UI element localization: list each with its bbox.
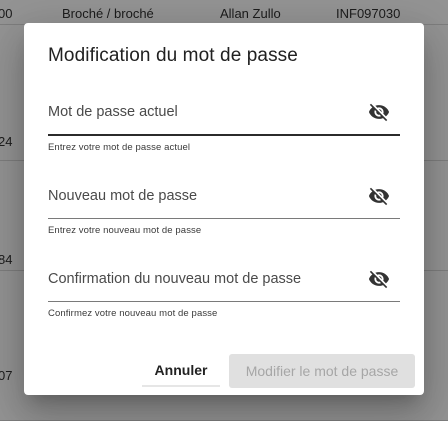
- dialog-title: Modification du mot de passe: [48, 45, 298, 66]
- new-password-input-wrapper[interactable]: Nouveau mot de passe: [48, 173, 400, 220]
- current-password-hint: Entrez votre mot de passe actuel: [48, 142, 191, 153]
- current-password-input-wrapper[interactable]: Mot de passe actuel: [48, 89, 400, 136]
- eye-off-icon[interactable]: [368, 268, 390, 290]
- confirm-password-hint: Confirmez votre nouveau mot de passe: [48, 308, 218, 319]
- current-password-input[interactable]: [48, 89, 372, 136]
- confirm-password-field: Confirmation du nouveau mot de passe Con…: [48, 256, 400, 319]
- eye-off-icon[interactable]: [368, 101, 390, 123]
- new-password-input[interactable]: [48, 173, 372, 220]
- confirm-password-input[interactable]: [48, 256, 372, 303]
- change-password-dialog: Modification du mot de passe Mot de pass…: [24, 23, 424, 395]
- new-password-field: Nouveau mot de passe Entrez votre nouvea…: [48, 173, 400, 236]
- confirm-password-input-wrapper[interactable]: Confirmation du nouveau mot de passe: [48, 256, 400, 303]
- cancel-button[interactable]: Annuler: [142, 353, 220, 387]
- current-password-field: Mot de passe actuel Entrez votre mot de …: [48, 89, 400, 153]
- new-password-hint: Entrez votre nouveau mot de passe: [48, 225, 202, 236]
- eye-off-icon[interactable]: [368, 185, 390, 207]
- change-password-button[interactable]: Modifier le mot de passe: [229, 354, 415, 388]
